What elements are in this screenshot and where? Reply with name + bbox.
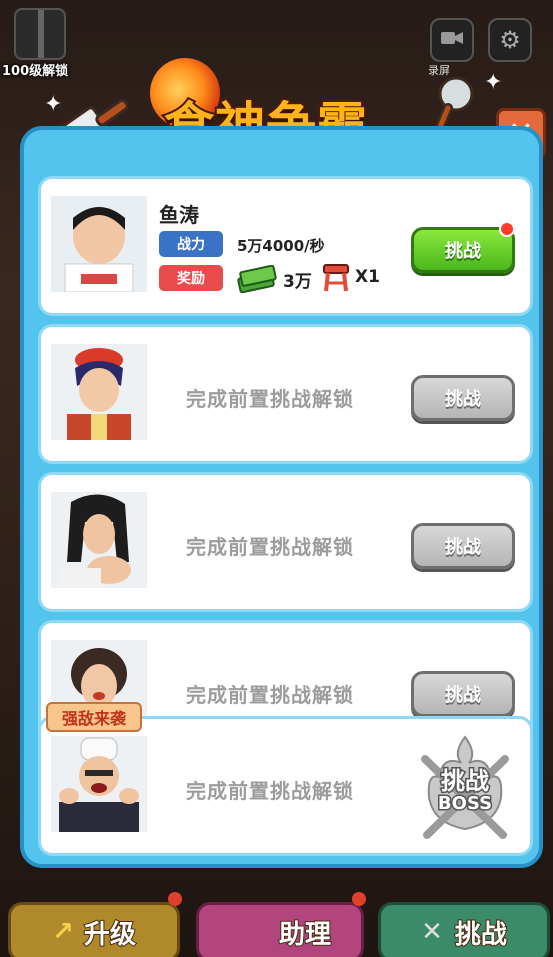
avatar [51,196,147,292]
notification-dot [499,221,515,237]
sparkle-icon: ✦ [484,70,503,95]
challenge-panel: 鱼涛 战力 5万4000/秒 奖励 3万 X1 挑战 完成前置挑战解锁 挑战 完… [20,126,543,868]
locked-hint: 完成前置挑战解锁 [186,387,354,411]
challenger-card-locked: 完成前置挑战解锁 挑战 [38,324,533,464]
challenge-nav-button[interactable]: ✕ 挑战 [378,902,550,957]
reward-tag: 奖励 [159,265,223,291]
locked-hint: 完成前置挑战解锁 [186,535,354,559]
cash-reward-value: 3万 [283,272,312,292]
assistant-nav-button[interactable]: 助理 [196,902,364,957]
boss-label-line1: 挑战 [440,766,491,797]
boss-challenge-button[interactable]: 挑战 BOSS [407,733,523,843]
upgrade-nav-button[interactable]: ↗ 升级 [8,902,180,957]
challenger-card-locked: 完成前置挑战解锁 挑战 [38,472,533,612]
challenge-button-locked[interactable]: 挑战 [411,671,515,717]
boss-card-locked: 完成前置挑战解锁 挑战 BOSS [38,716,533,856]
crossed-knives-icon: ✕ [421,917,443,947]
locked-hint: 完成前置挑战解锁 [186,683,354,707]
sparkle-icon: ✦ [44,92,63,117]
challenger-name: 鱼涛 [159,203,199,227]
challenge-nav-label: 挑战 [454,919,508,951]
avatar [51,736,147,832]
cash-stack-icon [237,264,277,297]
notification-dot [168,892,182,906]
stool-icon [321,259,351,297]
strong-enemy-banner: 强敌来袭 [46,702,142,732]
challenge-button-locked[interactable]: 挑战 [411,375,515,421]
locked-hint: 完成前置挑战解锁 [186,779,354,803]
gear-icon: ⚙ [499,26,521,54]
arrow-up-icon: ↗ [52,917,74,947]
notification-dot [352,892,366,906]
challenge-button[interactable]: 挑战 [411,227,515,273]
avatar [51,492,147,588]
challenge-button-locked[interactable]: 挑战 [411,523,515,569]
boss-label-line2: BOSS [436,792,493,816]
avatar [51,344,147,440]
video-camera-icon [440,26,464,54]
power-value: 5万4000/秒 [237,237,325,255]
settings-button[interactable]: ⚙ [488,18,532,62]
gift-unlock-label: 100级解锁 [2,64,69,79]
assistant-nav-label: 助理 [278,919,332,951]
upgrade-nav-label: 升级 [83,919,137,951]
record-button[interactable] [430,18,474,62]
gift-box-icon[interactable] [14,8,66,60]
stool-reward-value: X1 [355,267,380,287]
challenger-card: 鱼涛 战力 5万4000/秒 奖励 3万 X1 挑战 [38,176,533,316]
power-tag: 战力 [159,231,223,257]
